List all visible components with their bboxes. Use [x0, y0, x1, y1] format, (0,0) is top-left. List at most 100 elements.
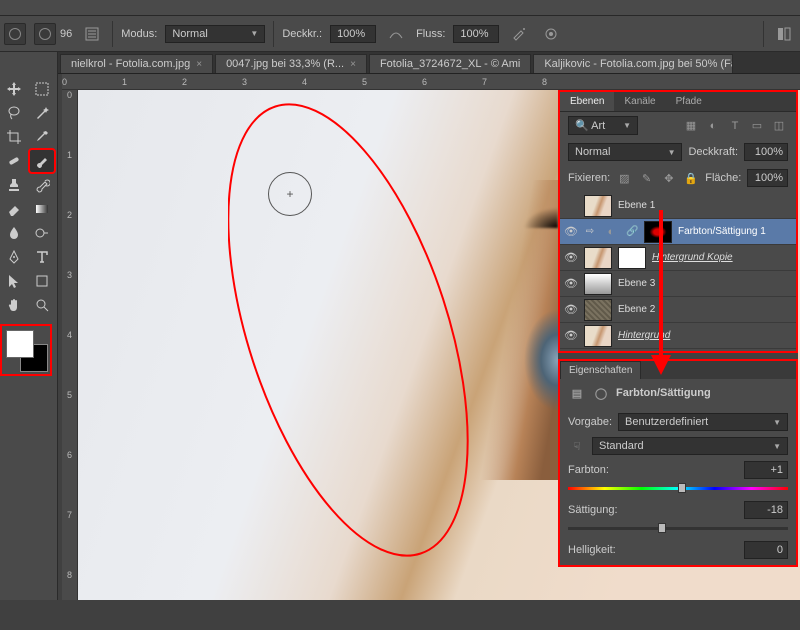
adjustment-icon: ◐ — [602, 224, 620, 240]
lock-pos-icon[interactable]: ✥ — [661, 170, 677, 186]
lightness-input[interactable]: 0 — [744, 541, 788, 559]
app-menu-bar — [0, 0, 800, 16]
adjustment-type-icon: ▤ — [568, 385, 586, 401]
properties-panel: Eigenschaften ▤ ◯ Farbton/Sättigung Vorg… — [558, 359, 798, 567]
layer-filter-dropdown[interactable]: 🔍 Art▼ — [568, 116, 638, 135]
opacity-label: Deckkr.: — [282, 28, 322, 40]
hue-input[interactable]: +1 — [744, 461, 788, 479]
vertical-ruler: 012345678 — [62, 90, 78, 600]
brush-size-value[interactable]: 96 — [60, 28, 72, 40]
move-tool-icon[interactable] — [2, 78, 26, 100]
toolbox — [0, 52, 58, 600]
blur-tool-icon[interactable] — [2, 222, 26, 244]
saturation-input[interactable]: -18 — [744, 501, 788, 519]
close-icon[interactable]: × — [350, 59, 356, 70]
adjustment-title: Farbton/Sättigung — [616, 387, 711, 399]
preset-label: Vorgabe: — [568, 416, 612, 428]
blend-mode-dropdown[interactable]: Normal▼ — [568, 143, 682, 161]
dodge-tool-icon[interactable] — [30, 222, 54, 244]
tab-properties[interactable]: Eigenschaften — [560, 361, 641, 379]
filter-adjust-icon[interactable]: ◐ — [704, 118, 722, 134]
visibility-icon[interactable]: 👁 — [564, 251, 578, 265]
layer-row[interactable]: 👁Hintergrund — [560, 323, 796, 349]
wand-tool-icon[interactable] — [30, 102, 54, 124]
color-swatches[interactable] — [2, 326, 50, 374]
crop-tool-icon[interactable] — [2, 126, 26, 148]
document-tab[interactable]: Fotolia_3724672_XL - © Ami — [369, 54, 531, 73]
horizontal-ruler: 012345678 — [62, 74, 800, 90]
lasso-tool-icon[interactable] — [2, 102, 26, 124]
zoom-tool-icon[interactable] — [30, 294, 54, 316]
filter-shape-icon[interactable]: ▭ — [748, 118, 766, 134]
layer-row[interactable]: 👁⇨◐🔗Farbton/Sättigung 1 — [560, 219, 796, 245]
brush-panel-toggle-icon[interactable] — [80, 22, 104, 46]
panel-toggle-icon[interactable] — [772, 22, 796, 46]
options-bar: 96 Modus: Normal▼ Deckkr.: 100% Fluss: 1… — [0, 16, 800, 52]
layer-row[interactable]: Ebene 1 — [560, 193, 796, 219]
visibility-icon[interactable]: 👁 — [564, 277, 578, 291]
lock-label: Fixieren: — [568, 172, 610, 184]
hue-label: Farbton: — [568, 464, 609, 476]
lock-paint-icon[interactable]: ✎ — [638, 170, 654, 186]
marquee-tool-icon[interactable] — [30, 78, 54, 100]
foreground-color[interactable] — [6, 330, 34, 358]
lock-trans-icon[interactable]: ▨ — [616, 170, 632, 186]
document-tab-bar: nielkrol - Fotolia.com.jpg× 0047.jpg bei… — [0, 52, 800, 74]
saturation-slider[interactable] — [568, 521, 788, 535]
visibility-icon[interactable] — [564, 199, 578, 213]
opacity-label: Deckkraft: — [688, 146, 738, 158]
type-tool-icon[interactable] — [30, 246, 54, 268]
layer-row[interactable]: 👁Hintergrund Kopie — [560, 245, 796, 271]
shape-tool-icon[interactable] — [30, 270, 54, 292]
stamp-tool-icon[interactable] — [2, 174, 26, 196]
history-brush-tool-icon[interactable] — [30, 174, 54, 196]
pen-tool-icon[interactable] — [2, 246, 26, 268]
flow-label: Fluss: — [416, 28, 445, 40]
document-tab[interactable]: Kaljikovic - Fotolia.com.jpg bei 50% (Fa… — [533, 54, 733, 73]
document-tab[interactable]: 0047.jpg bei 33,3% (R...× — [215, 54, 367, 73]
layer-fill-input[interactable]: 100% — [747, 169, 788, 187]
airbrush-icon[interactable] — [507, 22, 531, 46]
layer-row[interactable]: 👁Ebene 3 — [560, 271, 796, 297]
layer-opacity-input[interactable]: 100% — [744, 143, 788, 161]
layer-row[interactable]: 👁Ebene 2 — [560, 297, 796, 323]
layers-panel: Ebenen Kanäle Pfade 🔍 Art▼ ▦ ◐ T ▭ ◫ Nor… — [558, 90, 798, 353]
visibility-icon[interactable]: 👁 — [564, 329, 578, 343]
flow-input[interactable]: 100% — [453, 25, 499, 43]
saturation-label: Sättigung: — [568, 504, 618, 516]
blend-mode-dropdown[interactable]: Normal▼ — [165, 25, 265, 43]
targeted-adjust-icon[interactable]: ☟ — [568, 438, 586, 454]
lock-all-icon[interactable]: 🔒 — [683, 170, 699, 186]
brush-tool-icon[interactable] — [30, 150, 54, 172]
eyedropper-tool-icon[interactable] — [30, 126, 54, 148]
visibility-icon[interactable]: 👁 — [564, 225, 578, 239]
brush-preset-picker[interactable] — [34, 23, 56, 45]
filter-pixel-icon[interactable]: ▦ — [682, 118, 700, 134]
current-tool-icon[interactable] — [4, 23, 26, 45]
filter-type-icon[interactable]: T — [726, 118, 744, 134]
tab-paths[interactable]: Pfade — [666, 92, 712, 111]
mode-label: Modus: — [121, 28, 157, 40]
gradient-tool-icon[interactable] — [30, 198, 54, 220]
eraser-tool-icon[interactable] — [2, 198, 26, 220]
hand-tool-icon[interactable] — [2, 294, 26, 316]
pressure-size-icon[interactable] — [539, 22, 563, 46]
visibility-icon[interactable]: 👁 — [564, 303, 578, 317]
tab-channels[interactable]: Kanäle — [614, 92, 665, 111]
channel-dropdown[interactable]: Standard▼ — [592, 437, 788, 455]
layer-mask-thumb[interactable] — [618, 247, 646, 269]
brush-cursor-icon: + — [268, 172, 312, 216]
layer-mask-thumb[interactable] — [644, 221, 672, 243]
path-select-tool-icon[interactable] — [2, 270, 26, 292]
document-tab[interactable]: nielkrol - Fotolia.com.jpg× — [60, 54, 213, 73]
close-icon[interactable]: × — [196, 59, 202, 70]
mask-icon[interactable]: ◯ — [592, 385, 610, 401]
heal-tool-icon[interactable] — [2, 150, 26, 172]
hue-slider[interactable] — [568, 481, 788, 495]
preset-dropdown[interactable]: Benutzerdefiniert▼ — [618, 413, 788, 431]
filter-smart-icon[interactable]: ◫ — [770, 118, 788, 134]
pressure-opacity-icon[interactable] — [384, 22, 408, 46]
fill-label: Fläche: — [705, 172, 741, 184]
opacity-input[interactable]: 100% — [330, 25, 376, 43]
tab-layers[interactable]: Ebenen — [560, 92, 614, 111]
